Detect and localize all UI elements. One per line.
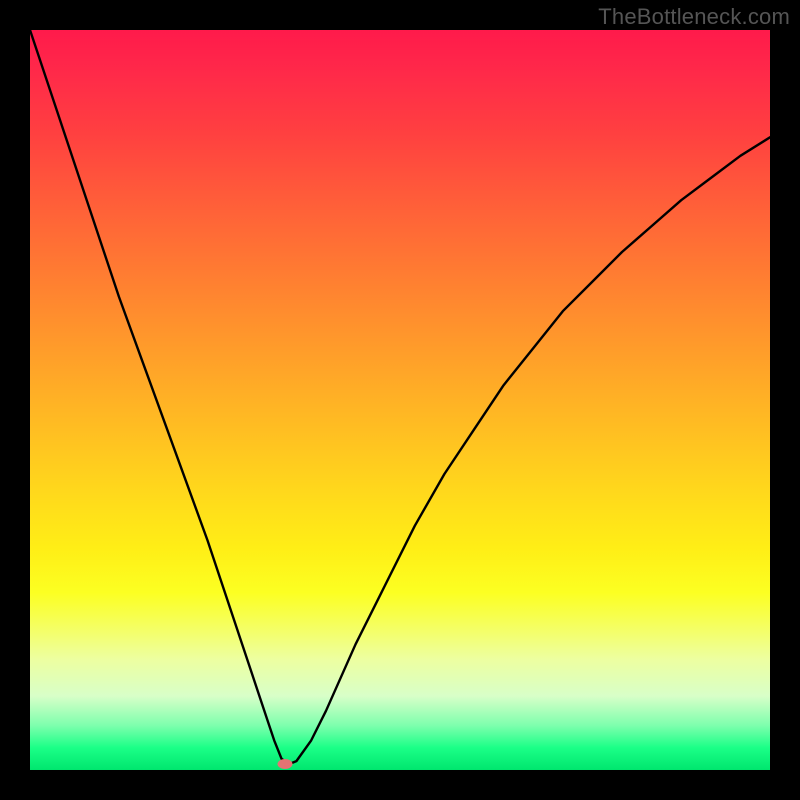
bottleneck-curve [30, 30, 770, 770]
plot-area [30, 30, 770, 770]
chart-frame: TheBottleneck.com [0, 0, 800, 800]
watermark-text: TheBottleneck.com [598, 4, 790, 30]
minimum-marker [278, 759, 293, 769]
